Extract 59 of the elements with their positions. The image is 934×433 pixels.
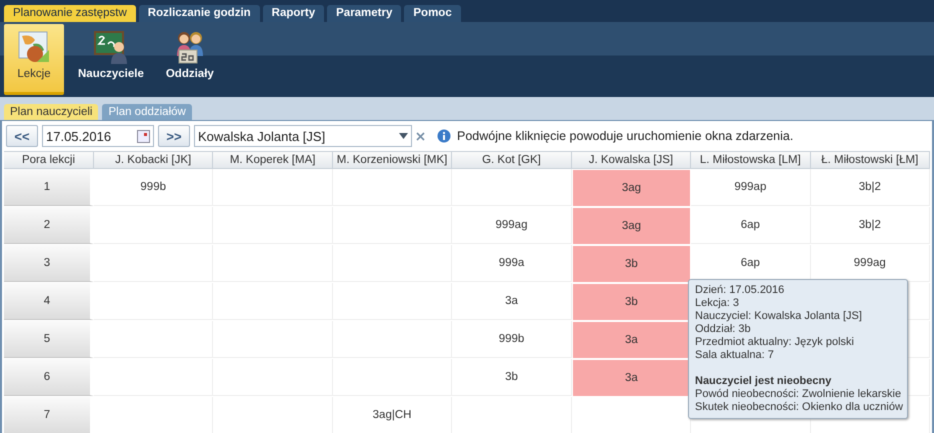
table-cell[interactable] <box>94 283 214 320</box>
calendar-icon[interactable] <box>137 130 150 142</box>
table-cell[interactable]: 999ap <box>691 169 811 206</box>
menu-tab[interactable]: Rozliczanie godzin <box>138 5 260 22</box>
column-header[interactable]: Ł. Miłostowski [ŁM] <box>810 151 930 169</box>
tooltip-line: Powód nieobecności: Zwolnienie lekarskie <box>695 388 901 401</box>
info-icon <box>437 129 451 143</box>
table-cell[interactable] <box>94 321 214 358</box>
lesson-number: 3 <box>4 245 94 282</box>
table-cell[interactable]: 3ag <box>572 207 692 245</box>
tooltip-line: Dzień: 17.05.2016 <box>695 284 786 297</box>
menu-tab[interactable]: Parametry <box>327 5 402 22</box>
lesson-number: 5 <box>4 321 94 358</box>
lesson-number: 4 <box>4 283 94 320</box>
globe-icon <box>17 30 51 64</box>
lesson-number: 2 <box>4 207 94 244</box>
menu-tab[interactable]: Planowanie zastępstw <box>4 5 136 22</box>
tooltip-line: Przedmiot aktualny: Język polski <box>695 336 855 349</box>
info-text: Podwójne kliknięcie powoduje uruchomienie okna zdarzenia. <box>457 129 794 143</box>
caret-icon[interactable] <box>399 133 408 139</box>
ribbon-button[interactable]: Oddziały <box>158 24 222 95</box>
lesson-number: 6 <box>4 359 94 396</box>
date-field[interactable]: 17.05.2016 <box>42 125 154 147</box>
tooltip-line: Oddział: 3b <box>695 323 752 336</box>
table-cell[interactable]: 3b|2 <box>810 169 930 206</box>
teacher-board-icon <box>94 30 128 64</box>
table-cell[interactable] <box>332 169 452 206</box>
tooltip-heading: Nauczyciel jest nieobecny <box>695 375 832 388</box>
column-header[interactable]: M. Koperek [MA] <box>213 151 333 169</box>
table-cell[interactable]: 6ap <box>691 207 811 244</box>
menu-tab[interactable]: Pomoc <box>404 5 461 22</box>
next-button[interactable]: >> <box>158 125 190 147</box>
column-header[interactable]: J. Kobacki [JK] <box>94 151 214 169</box>
table-cell[interactable] <box>94 359 214 396</box>
table-cell[interactable]: 3b|2 <box>810 207 930 244</box>
table-cell[interactable] <box>94 207 214 244</box>
table-cell[interactable]: 999b <box>94 169 214 206</box>
table-cell[interactable]: 3ag|CH <box>332 397 452 433</box>
column-header[interactable]: L. Miłostowska [LM] <box>691 151 811 169</box>
lesson-number: 1 <box>4 169 94 206</box>
ribbon-button[interactable]: Lekcje <box>4 24 64 95</box>
table-cell[interactable]: 3b <box>572 245 692 283</box>
teacher-select[interactable]: Kowalska Jolanta [JS] <box>194 125 412 147</box>
menu-tab[interactable]: Raporty <box>262 5 324 22</box>
tooltip-line: Sala aktualna: 7 <box>695 349 775 362</box>
view-tab[interactable]: Plan nauczycieli <box>4 104 98 120</box>
tooltip-line: Nauczyciel: Kowalska Jolanta [JS] <box>695 310 863 323</box>
previous-button[interactable]: << <box>6 125 38 147</box>
column-header[interactable]: M. Korzeniowski [MK] <box>332 151 452 169</box>
table-cell[interactable] <box>94 245 214 282</box>
column-header[interactable]: J. Kowalska [JS] <box>572 151 692 169</box>
column-header[interactable]: Pora lekcji <box>4 151 94 169</box>
column-header[interactable]: G. Kot [GK] <box>452 151 572 169</box>
tooltip-line: Skutek nieobecności: Okienko dla uczniów <box>695 401 901 414</box>
table-cell[interactable]: 3ag <box>572 169 692 207</box>
ribbon-button[interactable]: Nauczyciele <box>70 24 152 95</box>
tooltip-line: Lekcja: 3 <box>695 297 740 310</box>
clear-icon[interactable] <box>416 132 425 140</box>
table-cell[interactable] <box>213 169 333 206</box>
